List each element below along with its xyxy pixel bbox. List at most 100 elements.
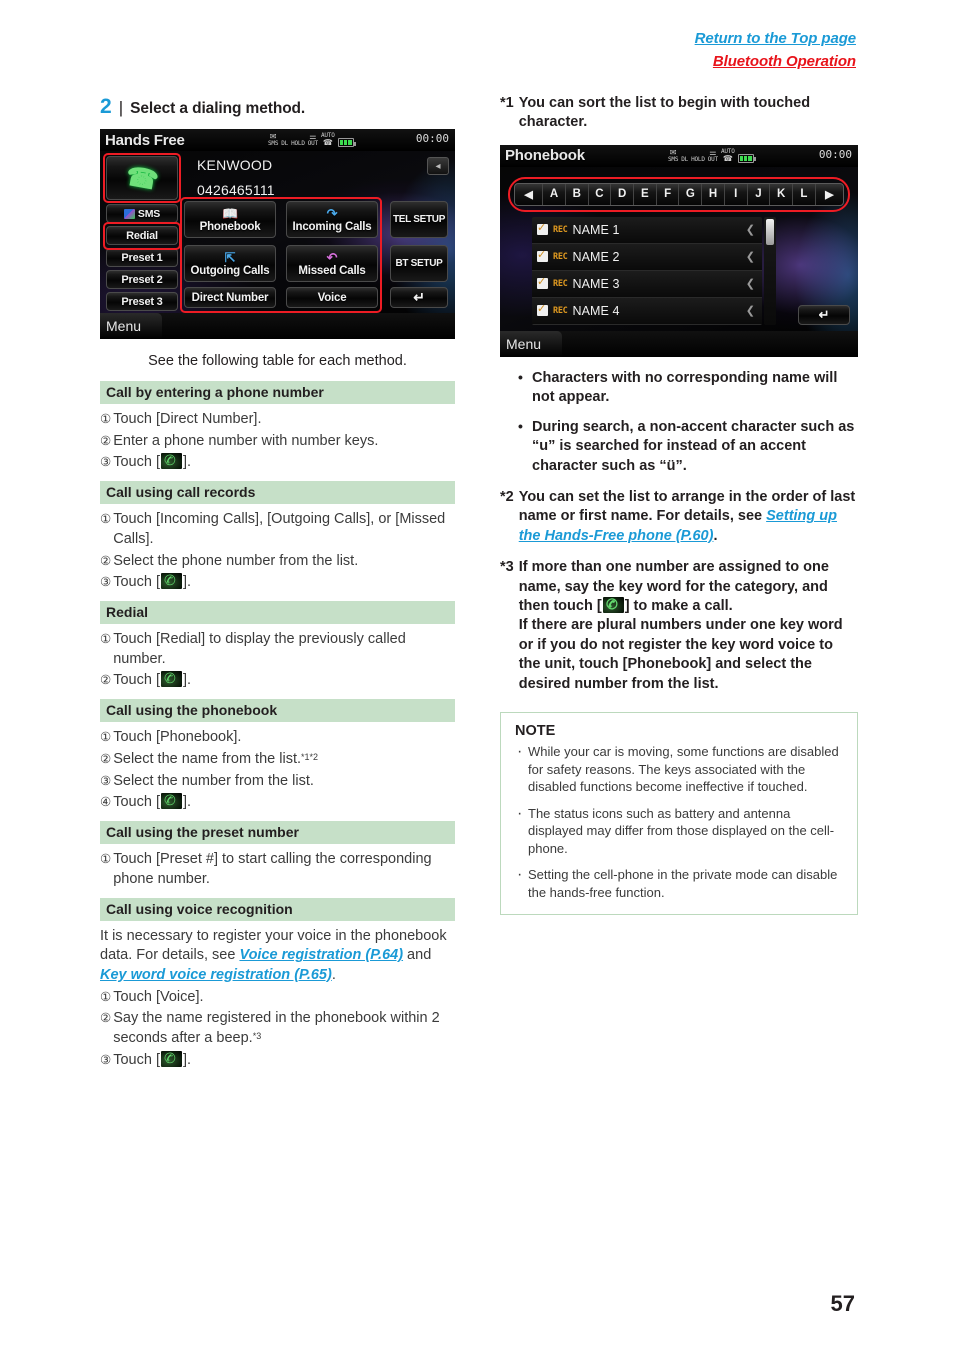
list-item: ② Select the name from the list.*1*2 — [100, 750, 319, 767]
alpha-key-h[interactable]: H — [702, 183, 725, 205]
key-word-voice-registration-link[interactable]: Key word voice registration (P.65) — [100, 967, 332, 983]
phone-handset-icon: ☎ — [123, 159, 161, 196]
alpha-key-j[interactable]: J — [748, 183, 771, 205]
preset-1-button[interactable]: Preset 1 — [106, 248, 178, 267]
alpha-key-g[interactable]: G — [679, 183, 703, 205]
footnote-1: *1 You can sort the list to begin with t… — [500, 94, 858, 133]
footnote-3-text: If more than one number are assigned to … — [519, 558, 858, 694]
contact-name: NAME 2 — [572, 249, 620, 264]
alpha-key-d[interactable]: D — [611, 183, 635, 205]
alpha-key-i[interactable]: I — [725, 183, 748, 205]
alpha-key-a[interactable]: A — [543, 183, 566, 205]
list-item: ③Touch []. — [100, 453, 455, 473]
incoming-call-icon: ↷ — [326, 205, 338, 221]
voice-registration-link[interactable]: Voice registration (P.64) — [239, 947, 403, 963]
connected-device-name: KENWOOD — [197, 157, 273, 173]
sms-button-label: SMS — [137, 207, 161, 220]
call-button[interactable]: ☎ — [106, 156, 178, 200]
alpha-key-l[interactable]: L — [793, 183, 816, 205]
hold-status-icon: HOLD — [691, 149, 705, 163]
alpha-key-c[interactable]: C — [589, 183, 612, 205]
sms-button[interactable]: SMS — [106, 204, 178, 223]
incoming-calls-button[interactable]: ↷ Incoming Calls — [286, 201, 378, 238]
phonebook-button[interactable]: 📖 Phonebook — [184, 201, 276, 238]
return-to-top-page-link[interactable]: Return to the Top page — [695, 28, 857, 51]
step-heading: 2 | Select a dialing method. — [100, 96, 455, 118]
bluetooth-operation-link[interactable]: Bluetooth Operation — [695, 51, 856, 74]
table-row[interactable]: REC NAME 3 ❮ — [532, 270, 762, 298]
bt-setup-button[interactable]: BT SETUP — [390, 245, 448, 282]
checkbox-icon — [537, 248, 548, 263]
menu-tab[interactable]: Menu — [100, 313, 162, 339]
return-arrow-icon: ↵ — [818, 306, 830, 322]
section-steps-redial: ① Touch [Redial] to display the previousl… — [100, 630, 455, 691]
voice-button[interactable]: Voice — [286, 287, 378, 308]
checkbox-icon — [537, 302, 548, 317]
alpha-key-f[interactable]: F — [657, 183, 680, 205]
contact-name: NAME 4 — [572, 303, 620, 318]
auto-answer-status-icon: AUTO ☎ — [721, 148, 735, 163]
footnote-marker: *3 — [252, 1031, 262, 1042]
battery-icon — [737, 153, 756, 163]
incoming-calls-button-label: Incoming Calls — [292, 220, 372, 233]
battery-status-icon — [337, 130, 356, 147]
preset-3-button[interactable]: Preset 3 — [106, 292, 178, 311]
back-button[interactable]: ↵ — [798, 304, 850, 325]
table-row[interactable]: REC NAME 1 ❮ — [532, 216, 762, 244]
alpha-key-k[interactable]: K — [770, 183, 794, 205]
list-item: During search, a non-accent character su… — [518, 417, 858, 476]
section-heading-call-records: Call using call records — [100, 481, 455, 505]
tel-setup-button[interactable]: TEL SETUP — [390, 201, 448, 238]
book-icon: 📖 — [222, 205, 238, 221]
direct-number-button[interactable]: Direct Number — [184, 287, 276, 308]
table-row[interactable]: REC NAME 4 ❮ — [532, 297, 762, 325]
voice-recognition-intro: It is necessary to register your voice i… — [100, 927, 447, 983]
handset-icon: ☎ — [322, 138, 333, 147]
return-arrow-icon: ↵ — [413, 289, 425, 305]
screen-clock: 00:00 — [818, 147, 852, 161]
phonebook-list: REC NAME 1 ❮ REC NAME 2 ❮ REC NAME 3 ❮ R… — [532, 216, 762, 325]
menu-tab[interactable]: Menu — [500, 330, 562, 357]
list-item: ② Enter a phone number with number keys. — [100, 432, 379, 449]
battery-icon — [337, 138, 356, 147]
redial-button[interactable]: Redial — [106, 226, 178, 245]
list-item: ① Touch [Voice]. — [100, 988, 204, 1005]
preset-2-button[interactable]: Preset 2 — [106, 270, 178, 289]
footnote-3-marker: *3 — [500, 559, 514, 576]
screen-collapse-button[interactable]: ◂ — [427, 157, 449, 175]
rec-badge: REC — [553, 224, 568, 235]
section-steps-preset: ① Touch [Preset #] to start calling the c… — [100, 850, 455, 889]
note-box: NOTE While your car is moving, some func… — [500, 712, 858, 915]
chevron-left-icon: ❮ — [745, 251, 755, 264]
alpha-key-b[interactable]: B — [566, 183, 589, 205]
section-heading-voice-recognition: Call using voice recognition — [100, 897, 455, 921]
dl-status-icon: DL — [281, 133, 288, 147]
step-separator: | — [118, 98, 124, 117]
back-button[interactable]: ↵ — [390, 287, 448, 308]
alpha-next-button[interactable]: ▶ — [816, 184, 843, 205]
hold-label: HOLD — [291, 140, 305, 147]
list-scrollbar[interactable] — [764, 216, 776, 325]
sms-label: SMS — [268, 140, 279, 147]
table-row[interactable]: REC NAME 2 ❮ — [532, 243, 762, 271]
footnote-marker: *1*2 — [301, 751, 319, 762]
step-number: 2 — [100, 95, 112, 118]
section-steps-direct-number: ① Touch [Direct Number]. ② Enter a phone n… — [100, 410, 455, 473]
section-steps-voice-recognition: ① Touch [Voice]. ② Say the name registered… — [100, 988, 455, 1071]
contact-name: NAME 3 — [572, 276, 620, 291]
list-item: ① Touch [Phonebook]. — [100, 729, 242, 746]
phone-icon — [160, 453, 182, 470]
phone-icon — [160, 671, 182, 688]
sms-status-icon: ✉ SMS — [668, 148, 678, 163]
phonebook-screen-figure: Phonebook ✉ SMS DL HOLD ⚌ OUT AUTO ☎ 00:… — [500, 144, 858, 357]
outgoing-calls-button-label: Outgoing Calls — [190, 264, 270, 277]
list-item: ③ Select the number from the list. — [100, 772, 314, 789]
contact-name: NAME 1 — [572, 222, 620, 237]
alpha-key-e[interactable]: E — [634, 183, 657, 205]
connected-device-number: 0426465111 — [197, 182, 275, 198]
antenna-status-icon: ⚌ OUT — [308, 133, 318, 147]
alpha-prev-button[interactable]: ◀ — [515, 183, 544, 205]
missed-calls-button[interactable]: ↶ Missed Calls — [286, 245, 378, 282]
outgoing-calls-button[interactable]: ⇱ Outgoing Calls — [184, 245, 276, 282]
hands-free-screen-figure: Hands Free ✉ SMS DL HOLD ⚌ OUT AUTO ☎ 00… — [100, 129, 455, 339]
